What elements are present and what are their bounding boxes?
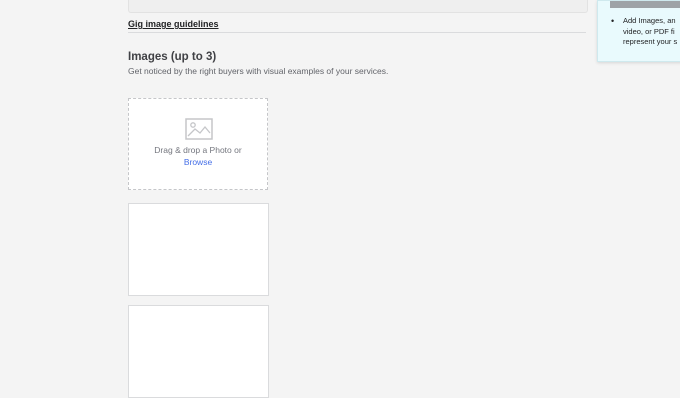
images-section-description: Get noticed by the right buyers with vis… bbox=[128, 66, 389, 76]
gig-image-guidelines-link[interactable]: Gig image guidelines bbox=[128, 19, 219, 29]
images-section-title: Images (up to 3) bbox=[128, 51, 217, 63]
dropzone-text: Drag & drop a Photo or bbox=[154, 145, 242, 155]
top-section-container bbox=[128, 0, 588, 13]
browse-link[interactable]: Browse bbox=[129, 157, 267, 167]
tip-panel: • Add Images, an video, or PDF fi repres… bbox=[597, 0, 680, 62]
tip-panel-image bbox=[610, 1, 680, 8]
photo-icon bbox=[185, 118, 213, 140]
tip-line: Add Images, an bbox=[623, 16, 676, 25]
tip-line: represent your s bbox=[623, 37, 678, 46]
image-dropzone[interactable]: Drag & drop a Photo or Browse bbox=[128, 98, 268, 190]
tip-line: video, or PDF fi bbox=[623, 26, 675, 36]
image-slot-2[interactable] bbox=[128, 203, 269, 296]
tip-text: Add Images, an video, or PDF fi represen… bbox=[623, 16, 677, 48]
tip-bullet: • bbox=[611, 16, 615, 26]
image-slot-3[interactable] bbox=[128, 305, 269, 398]
section-divider bbox=[128, 32, 586, 33]
